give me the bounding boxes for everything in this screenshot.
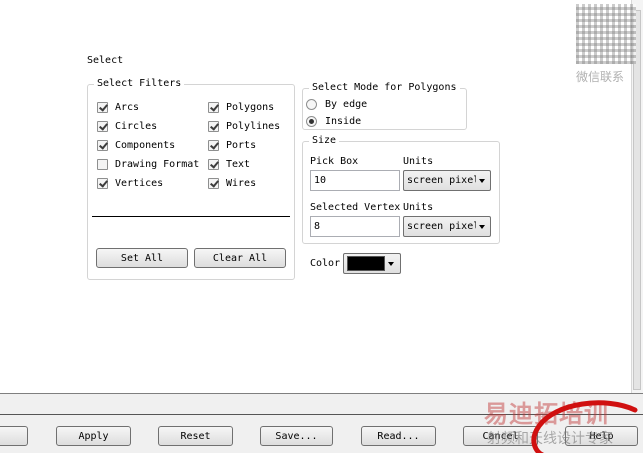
selected-vertex-units-select[interactable]: screen pixels (403, 216, 491, 237)
filter-label: Ports (226, 139, 257, 151)
apply-button[interactable]: Apply (56, 426, 131, 446)
checkbox[interactable] (97, 158, 108, 170)
color-swatch (347, 256, 385, 271)
color-label: Color (310, 258, 341, 269)
red-circle-annotation (531, 400, 638, 453)
chevron-down-icon (479, 224, 485, 229)
filter-arcs[interactable]: Arcs (97, 100, 139, 114)
select-filters-legend: Select Filters (94, 78, 185, 90)
checkbox[interactable] (97, 177, 108, 189)
filter-label: Wires (226, 177, 257, 189)
save-button[interactable]: Save... (260, 426, 333, 446)
chevron-down-icon (388, 261, 394, 266)
filter-circles[interactable]: Circles (97, 119, 157, 133)
qr-code-icon (576, 4, 636, 64)
filter-label: Text (226, 158, 251, 170)
filter-drawing-format[interactable]: Drawing Format (97, 157, 199, 171)
color-picker[interactable] (343, 253, 401, 274)
read-button[interactable]: Read... (361, 426, 436, 446)
filter-label: Components (115, 139, 176, 151)
filter-polylines[interactable]: Polylines (208, 119, 280, 133)
checkbox[interactable] (208, 158, 219, 170)
filter-text[interactable]: Text (208, 157, 250, 171)
checkbox[interactable] (208, 177, 219, 189)
mode-inside[interactable]: Inside (306, 114, 361, 128)
filter-components[interactable]: Components (97, 138, 175, 152)
qr-caption: 微信联系 (576, 70, 625, 84)
mode-by-edge-label: By edge (325, 98, 368, 110)
checkbox[interactable] (208, 139, 219, 151)
filter-label: Circles (115, 120, 158, 132)
dialog-title: Select (87, 55, 124, 66)
pick-box-units-select[interactable]: screen pixels (403, 170, 491, 191)
scrollbar-thumb[interactable] (633, 10, 641, 390)
ok-button-partial[interactable] (0, 426, 28, 446)
filter-polygons[interactable]: Polygons (208, 100, 274, 114)
set-all-button[interactable]: Set All (96, 248, 188, 268)
pick-box-label: Pick Box (310, 156, 359, 167)
units-label-pick: Units (403, 156, 434, 167)
checkbox[interactable] (208, 101, 219, 113)
select-mode-legend: Select Mode for Polygons (309, 82, 460, 94)
size-legend: Size (309, 135, 340, 147)
selected-vertex-units-value: screen pixels (407, 221, 476, 232)
filter-ports[interactable]: Ports (208, 138, 256, 152)
checkbox[interactable] (97, 101, 108, 113)
selected-vertex-input[interactable]: 8 (310, 216, 400, 237)
filters-divider (92, 216, 290, 217)
radio-inside[interactable] (306, 115, 317, 127)
filter-label: Drawing Format (115, 158, 200, 170)
checkbox[interactable] (97, 120, 108, 132)
pick-box-input[interactable]: 10 (310, 170, 400, 191)
filter-label: Polygons (226, 101, 275, 113)
filter-label: Polylines (226, 120, 281, 132)
checkbox[interactable] (97, 139, 108, 151)
mode-inside-label: Inside (325, 115, 362, 127)
clear-all-button[interactable]: Clear All (194, 248, 286, 268)
filter-wires[interactable]: Wires (208, 176, 256, 190)
filter-label: Arcs (115, 101, 140, 113)
filter-vertices[interactable]: Vertices (97, 176, 163, 190)
pick-box-units-value: screen pixels (407, 175, 476, 186)
units-label-vertex: Units (403, 202, 434, 213)
checkbox[interactable] (208, 120, 219, 132)
chevron-down-icon (479, 178, 485, 183)
mode-by-edge[interactable]: By edge (306, 97, 367, 111)
selected-vertex-label: Selected Vertex (310, 202, 401, 213)
radio-by-edge[interactable] (306, 98, 317, 110)
filter-label: Vertices (115, 177, 164, 189)
reset-button[interactable]: Reset (158, 426, 233, 446)
